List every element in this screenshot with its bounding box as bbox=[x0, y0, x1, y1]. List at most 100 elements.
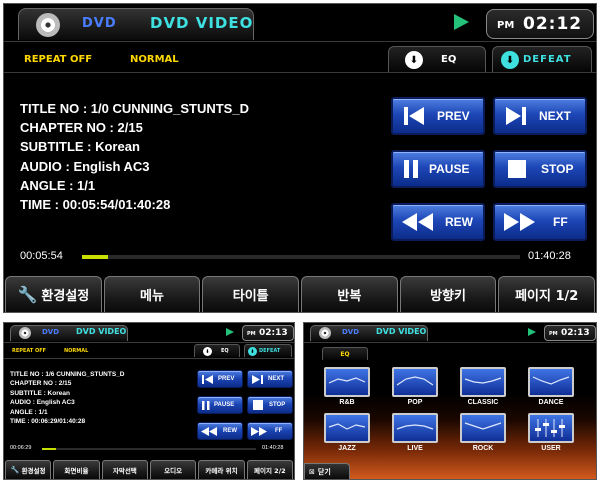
eq-preset-label: DEFEAT bbox=[523, 54, 572, 65]
disc-icon bbox=[36, 13, 60, 37]
menu-settings-button[interactable]: 🔧 환경설정 bbox=[5, 460, 52, 479]
title-no: TITLE NO : 1/0 CUNNING_STUNTS_D bbox=[20, 101, 249, 116]
pause-button[interactable]: PAUSE bbox=[391, 150, 485, 188]
header-divider bbox=[4, 41, 596, 42]
rew-button[interactable]: REW bbox=[391, 203, 485, 241]
progress-fill bbox=[82, 255, 108, 259]
menu-menu-button[interactable]: 메뉴 bbox=[103, 276, 201, 312]
eq-preset-icon: ⬇ bbox=[248, 347, 257, 356]
next-button[interactable]: NEXT bbox=[493, 97, 587, 135]
progress-bar[interactable] bbox=[82, 255, 520, 259]
eq-curve-icon bbox=[392, 413, 438, 443]
eq-preset-classic[interactable]: CLASSIC bbox=[460, 367, 506, 406]
ff-button[interactable]: FF bbox=[247, 422, 293, 440]
eq-screen: DVD DVD VIDEO PM 02:13 EQ R&B POP CLASSI… bbox=[303, 322, 597, 480]
clock-time: 02:13 bbox=[259, 328, 288, 338]
eq-sliders-icon bbox=[528, 413, 574, 443]
stop-button[interactable]: STOP bbox=[247, 396, 293, 414]
eq-preset-jazz[interactable]: JAZZ bbox=[324, 413, 370, 452]
eq-curve-icon bbox=[392, 367, 438, 397]
menu-page-button[interactable]: 페이지 1/2 bbox=[498, 276, 596, 312]
eq-preset-label: USER bbox=[541, 445, 561, 452]
menu-title-button[interactable]: 타이틀 bbox=[202, 276, 300, 312]
prev-button[interactable]: PREV bbox=[197, 370, 243, 388]
eq-preset-label: CLASSIC bbox=[467, 399, 499, 406]
next-icon bbox=[252, 374, 263, 385]
rew-icon bbox=[201, 426, 218, 437]
menu-repeat-button[interactable]: 반복 bbox=[301, 276, 398, 312]
menu-settings-label: 환경설정 bbox=[41, 289, 90, 304]
play-icon bbox=[454, 14, 469, 30]
play-mode-status[interactable]: NORMAL bbox=[130, 54, 179, 65]
clock-time: 02:13 bbox=[561, 328, 590, 338]
menu-bar: 🔧 환경설정 화면비율 자막선택 오디오 카메라 위치 페이지 2/2 bbox=[4, 460, 294, 479]
menu-audio-button[interactable]: 오디오 bbox=[149, 460, 197, 479]
prev-icon bbox=[202, 374, 213, 385]
eq-preset-icon: ⬇ bbox=[501, 51, 519, 69]
repeat-status[interactable]: REPEAT OFF bbox=[24, 54, 92, 65]
eq-curve-icon bbox=[528, 367, 574, 397]
ff-button[interactable]: FF bbox=[493, 203, 587, 241]
menu-aspect-button[interactable]: 화면비율 bbox=[53, 460, 100, 479]
eq-preset-label: DANCE bbox=[538, 399, 564, 406]
eq-tab[interactable]: ⬇ EQ bbox=[194, 344, 240, 357]
source-label: DVD bbox=[342, 328, 360, 336]
menu-camera-button[interactable]: 카메라 위치 bbox=[198, 460, 245, 479]
disc-icon bbox=[19, 327, 31, 339]
eq-preset-rnb[interactable]: R&B bbox=[324, 367, 370, 406]
page-title: DVD VIDEO bbox=[376, 327, 427, 336]
eq-preset-label: LIVE bbox=[407, 445, 423, 452]
play-icon bbox=[528, 328, 536, 336]
rew-icon bbox=[401, 211, 435, 233]
subtitle-info: SUBTITLE : Korean bbox=[10, 389, 70, 397]
eq-preset-rock[interactable]: ROCK bbox=[460, 413, 506, 452]
eq-preset-dance[interactable]: DANCE bbox=[528, 367, 574, 406]
next-label: NEXT bbox=[539, 109, 572, 123]
menu-bar: 🔧 환경설정 메뉴 타이틀 반복 방향키 페이지 1/2 bbox=[4, 276, 596, 312]
prev-button[interactable]: PREV bbox=[391, 97, 485, 135]
menu-direction-button[interactable]: 방향키 bbox=[399, 276, 497, 312]
pause-icon bbox=[202, 400, 210, 411]
eq-preset-user[interactable]: USER bbox=[528, 413, 574, 452]
progress-bar[interactable] bbox=[42, 448, 256, 450]
chapter-no: CHAPTER NO : 2/15 bbox=[20, 120, 143, 136]
rew-label: REW bbox=[223, 428, 237, 434]
menu-subtitle-button[interactable]: 자막선택 bbox=[101, 460, 148, 479]
total-time: 01:40:28 bbox=[262, 445, 284, 451]
menu-page-button[interactable]: 페이지 2/2 bbox=[246, 460, 293, 479]
eq-tab[interactable]: ⬇ EQ bbox=[388, 46, 486, 72]
eq-curve-icon bbox=[460, 367, 506, 397]
eq-preset-pop[interactable]: POP bbox=[392, 367, 438, 406]
elapsed-time: 00:05:54 bbox=[20, 250, 63, 262]
eq-preset-tab[interactable]: ⬇ DEFEAT bbox=[244, 344, 292, 357]
next-button[interactable]: NEXT bbox=[247, 370, 293, 388]
header-divider bbox=[304, 342, 596, 343]
clock-ampm: PM bbox=[497, 20, 515, 31]
pause-button[interactable]: PAUSE bbox=[197, 396, 243, 414]
eq-down-icon: ⬇ bbox=[203, 347, 212, 356]
audio-info: AUDIO : English AC3 bbox=[20, 158, 150, 174]
play-mode-status[interactable]: NORMAL bbox=[64, 348, 88, 354]
stop-button[interactable]: STOP bbox=[493, 150, 587, 188]
ff-label: FF bbox=[275, 428, 283, 434]
wrench-icon: 🔧 bbox=[17, 285, 38, 304]
pause-label: PAUSE bbox=[429, 162, 470, 176]
page-title: DVD VIDEO bbox=[76, 327, 127, 336]
ff-icon bbox=[251, 426, 268, 437]
ff-label: FF bbox=[553, 215, 568, 229]
eq-preset-tab[interactable]: ⬇ DEFEAT bbox=[492, 46, 592, 72]
repeat-status[interactable]: REPEAT OFF bbox=[12, 348, 46, 354]
close-button[interactable]: ⊠ 닫기 bbox=[304, 463, 350, 479]
eq-curve-icon bbox=[460, 413, 506, 443]
rew-button[interactable]: REW bbox=[197, 422, 243, 440]
eq-preset-live[interactable]: LIVE bbox=[392, 413, 438, 452]
eq-down-icon: ⬇ bbox=[405, 51, 423, 69]
menu-settings-button[interactable]: 🔧 환경설정 bbox=[5, 276, 102, 312]
prev-label: PREV bbox=[437, 109, 470, 123]
eq-label: EQ bbox=[221, 348, 229, 354]
stop-icon bbox=[507, 159, 527, 179]
close-icon: ⊠ bbox=[309, 467, 315, 476]
stop-icon bbox=[253, 400, 263, 410]
disc-icon bbox=[319, 327, 331, 339]
eq-tab[interactable]: EQ bbox=[322, 347, 368, 360]
